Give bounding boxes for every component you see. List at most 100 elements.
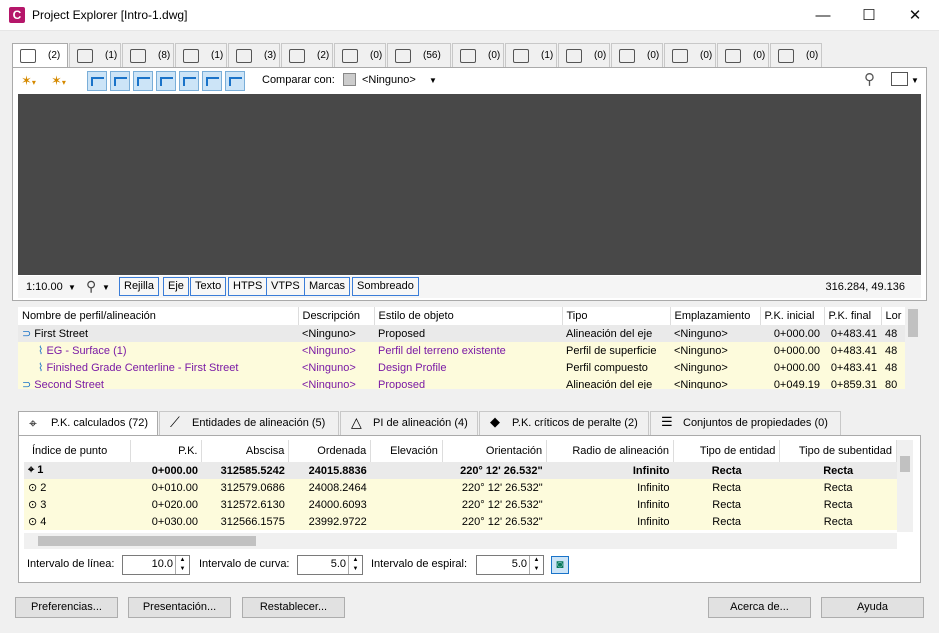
col-elevacion[interactable]: Elevación (370, 440, 443, 462)
col-pk-final[interactable]: P.K. final (824, 307, 882, 325)
toggle-rejilla[interactable]: Rejilla (119, 277, 159, 296)
col-orientacion[interactable]: Orientación (442, 440, 548, 462)
tab-parcels[interactable]: (0) (452, 43, 504, 67)
preview-canvas[interactable] (18, 94, 921, 275)
col-pk-inicial[interactable]: P.K. inicial (760, 307, 825, 325)
toggle-htps[interactable]: HTPS (228, 277, 268, 296)
compare-select[interactable]: <Ninguno> (362, 74, 416, 86)
view-mode-1-icon[interactable] (87, 71, 107, 91)
tab-pressure-pipes[interactable]: (0) (558, 43, 610, 67)
col-tipo-entidad[interactable]: Tipo de entidad (673, 440, 781, 462)
spiral-interval-input[interactable]: 5.0 ▲ ▼ (476, 555, 544, 575)
line-interval-input[interactable]: 10.0 ▲ ▼ (122, 555, 190, 575)
view-mode-2-icon[interactable] (110, 71, 130, 91)
tab-peralte[interactable]: ◆ P.K. críticos de peralte (2) (479, 411, 649, 435)
table-row[interactable]: ⊙ 2 0+010.00 312579.0686 24008.2464 220° 12'… (24, 479, 897, 496)
view-mode-3-icon[interactable] (133, 71, 153, 91)
new-profile-icon[interactable]: ✶▾ (51, 73, 66, 89)
alignment-icon: ⊃ (22, 328, 35, 340)
preview-toolbar: ✶▾ ✶▾ Comparar con: <Ninguno> ▼ ⚲ ▼ (18, 69, 923, 93)
surface-icon (289, 49, 305, 63)
table-row[interactable]: ⊃ First Street <Ninguno> Proposed Alineació… (18, 325, 907, 342)
curve-interval-input[interactable]: 5.0 ▲ ▼ (297, 555, 363, 575)
col-pk[interactable]: P.K. (130, 440, 203, 462)
tab-structures[interactable]: (1) (505, 43, 557, 67)
col-descripcion[interactable]: Descripción (298, 307, 375, 325)
zoom-icon[interactable]: ⚲ (864, 70, 875, 88)
tab-corridors[interactable]: (1) (175, 43, 227, 67)
tab-assemblies[interactable]: (3) (228, 43, 280, 67)
tab-pi-alineacion[interactable]: △ PI de alineación (4) (340, 411, 478, 435)
tab-profile-views[interactable]: (1) (69, 43, 121, 67)
line-interval-spinner[interactable]: ▲ ▼ (175, 556, 189, 574)
spiral-interval-spinner[interactable]: ▲ ▼ (529, 556, 543, 574)
report-icon (778, 49, 794, 63)
col-abscisa[interactable]: Abscisa (201, 440, 290, 462)
toggle-eje[interactable]: Eje (163, 277, 189, 296)
layout-icon[interactable] (891, 72, 908, 86)
toggle-vtps[interactable]: VTPS (266, 277, 305, 296)
minimize-button[interactable]: — (800, 0, 846, 31)
cursor-coordinates: 316.284, 49.136 (825, 281, 905, 293)
spiral-interval-label: Intervalo de espiral: (371, 558, 467, 570)
close-button[interactable]: ✕ (892, 0, 938, 31)
table-row[interactable]: ⌇ EG - Surface (1) <Ninguno> Perfil del te… (18, 342, 907, 359)
preferences-button[interactable]: Preferencias... (15, 597, 118, 618)
table-row[interactable]: ⌇ Finished Grade Centerline - First Stre… (18, 359, 907, 376)
tab-profiles[interactable]: (8) (122, 43, 174, 67)
new-alignment-icon[interactable]: ✶▾ (21, 73, 36, 89)
col-estilo[interactable]: Estilo de objeto (374, 307, 563, 325)
tab-sample-lines[interactable]: (0) (611, 43, 663, 67)
table-row[interactable]: ⊙ 3 0+020.00 312572.6130 24000.6093 220° 12'… (24, 496, 897, 513)
pressure-pipe-icon (566, 49, 582, 63)
tab-surfaces[interactable]: (2) (281, 43, 333, 67)
tab-reports[interactable]: (0) (770, 43, 822, 67)
col-ordenada[interactable]: Ordenada (288, 440, 372, 462)
toggle-sombreado[interactable]: Sombreado (352, 277, 419, 296)
col-tipo[interactable]: Tipo (562, 307, 671, 325)
col-radio[interactable]: Radio de alineación (546, 440, 674, 462)
col-tipo-subentidad[interactable]: Tipo de subentidad (779, 440, 897, 462)
table-icon (725, 49, 741, 63)
line-icon: ⟋ (170, 414, 180, 430)
maximize-button[interactable]: ☐ (846, 0, 892, 31)
col-indice[interactable]: Índice de punto (24, 440, 131, 462)
tab-alignments[interactable]: (2) (12, 43, 68, 68)
table-row[interactable]: ⊙ 4 0+030.00 312566.1575 23992.9722 220° 12'… (24, 513, 897, 530)
toggle-marcas[interactable]: Marcas (304, 277, 351, 296)
tab-entidades[interactable]: ⟋ Entidades de alineación (5) (159, 411, 339, 435)
tab-pipe-networks[interactable]: (56) (387, 43, 451, 67)
view-mode-6-icon[interactable] (202, 71, 222, 91)
view-mode-7-icon[interactable] (225, 71, 245, 91)
help-button[interactable]: Ayuda (821, 597, 924, 618)
view-mode-5-icon[interactable] (179, 71, 199, 91)
table-row[interactable]: ⌖ 1 0+000.00 312585.5242 24015.8836 220° 12'… (24, 462, 897, 479)
tab-propiedades[interactable]: ☰ Conjuntos de propiedades (0) (650, 411, 841, 435)
scale-dropdown-icon[interactable]: ▼ (68, 283, 76, 292)
tab-feature-lines[interactable]: (0) (334, 43, 386, 67)
view-mode-4-icon[interactable] (156, 71, 176, 91)
about-button[interactable]: Acerca de... (708, 597, 811, 618)
tab-tables[interactable]: (0) (717, 43, 769, 67)
col-nombre[interactable]: Nombre de perfil/alineación (18, 307, 299, 325)
scale-select[interactable]: 1:10.00 (26, 281, 63, 293)
table-row[interactable]: ⊃ Second Street <Ninguno> Proposed Alineaci… (18, 376, 907, 389)
toggle-texto[interactable]: Texto (190, 277, 227, 296)
col-emplazamiento[interactable]: Emplazamiento (670, 307, 761, 325)
presentation-button[interactable]: Presentación... (128, 597, 231, 618)
grid2-vscrollbar[interactable] (897, 440, 913, 532)
zoom-tool-icon[interactable]: ⚲ (86, 278, 96, 295)
compare-label: Comparar con: (262, 74, 335, 86)
structure-icon (513, 49, 529, 63)
reset-button[interactable]: Restablecer... (242, 597, 345, 618)
tab-pk-calculados[interactable]: ⌖ P.K. calculados (72) (18, 411, 158, 436)
curve-interval-spinner[interactable]: ▲ ▼ (348, 556, 362, 574)
layout-dropdown-icon[interactable]: ▼ (911, 76, 919, 85)
zoom-dropdown-icon[interactable]: ▼ (102, 283, 110, 292)
lock-icon[interactable]: ◙ (551, 556, 569, 574)
col-longitud[interactable]: Lor (881, 307, 907, 325)
tab-point-groups[interactable]: (0) (664, 43, 716, 67)
compare-dropdown-icon[interactable]: ▼ (429, 76, 437, 85)
grid2-hscrollbar[interactable] (24, 533, 897, 549)
grid1-vscrollbar[interactable] (905, 307, 921, 389)
